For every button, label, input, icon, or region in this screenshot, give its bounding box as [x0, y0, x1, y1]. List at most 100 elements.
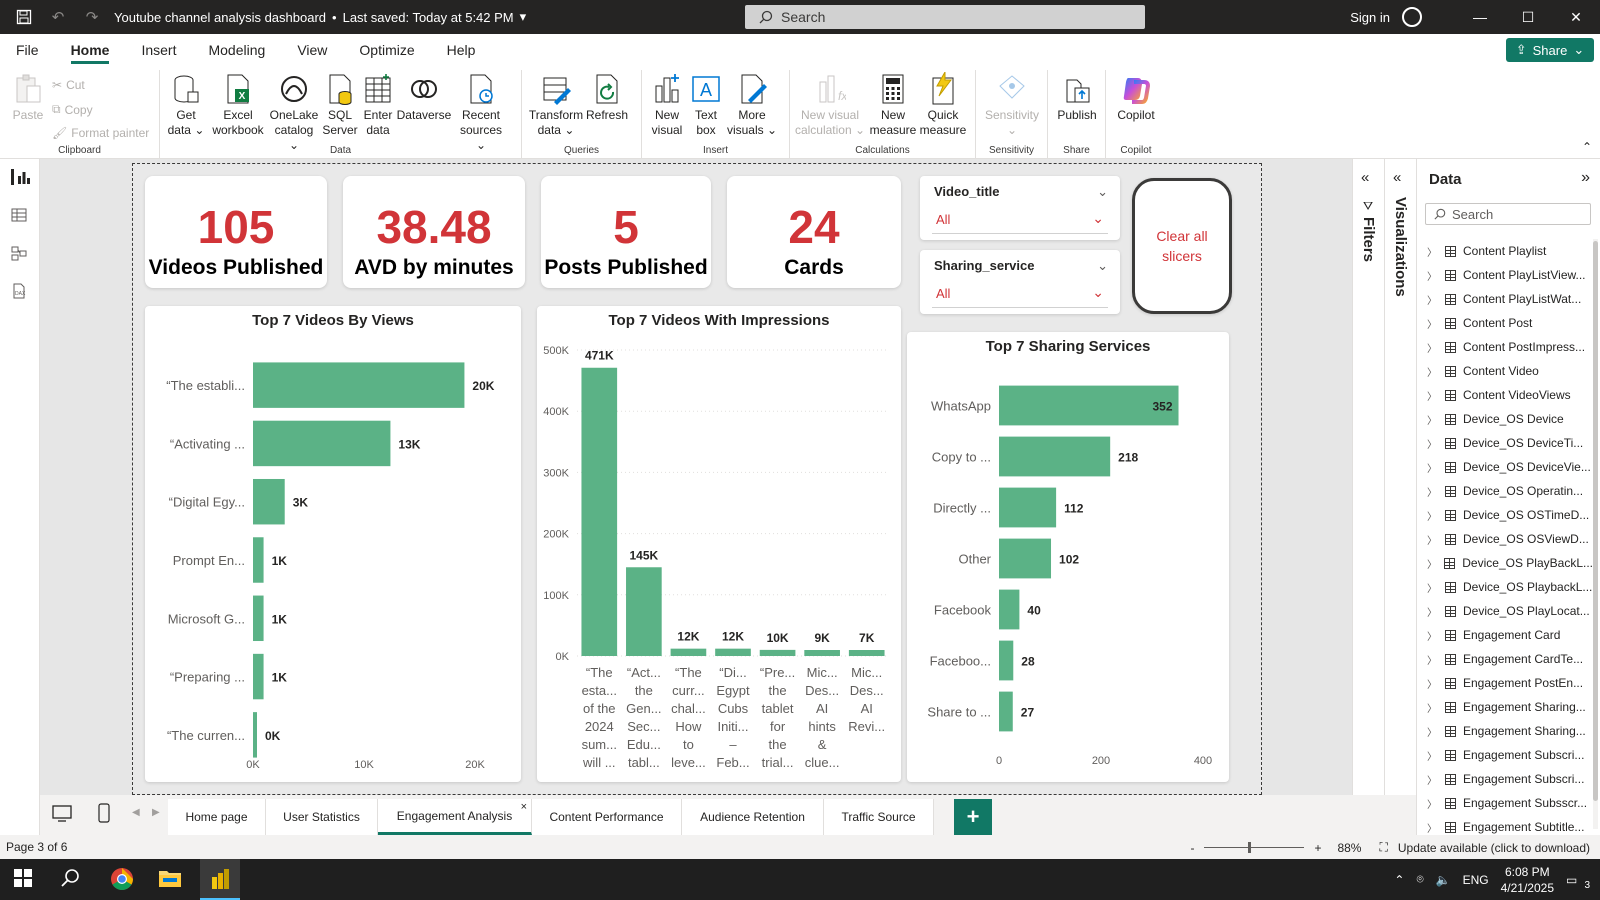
chart-top-videos-impressions[interactable]: Top 7 Videos With Impressions 0K 100K 200K…: [537, 306, 901, 782]
more-visuals-button[interactable]: More visuals ⌄: [726, 72, 778, 138]
field-table-item[interactable]: 〉 Engagement Subscri...: [1417, 743, 1593, 767]
field-table-item[interactable]: 〉 Content Video: [1417, 359, 1593, 383]
chevron-right-icon[interactable]: 〉: [1427, 340, 1441, 355]
tab-content-performance[interactable]: Content Performance: [532, 799, 682, 835]
notifications-icon[interactable]: ▭ 3: [1566, 873, 1590, 891]
field-table-item[interactable]: 〉 Content PlayListWat...: [1417, 287, 1593, 311]
file-explorer-icon[interactable]: [158, 867, 184, 893]
field-table-item[interactable]: 〉 Engagement Subtitle...: [1417, 815, 1593, 835]
desktop-layout-icon[interactable]: [52, 805, 72, 826]
chart-top-videos-by-views[interactable]: Top 7 Videos By Views “The establi... 20K…: [145, 306, 521, 782]
chevron-right-icon[interactable]: 〉: [1427, 652, 1441, 667]
expand-visualizations-icon[interactable]: «: [1393, 169, 1401, 186]
sign-in-link[interactable]: Sign in: [1350, 10, 1390, 25]
menu-file[interactable]: File: [0, 34, 55, 66]
zoom-in-icon[interactable]: +: [1314, 841, 1321, 855]
power-bi-taskbar-icon[interactable]: [200, 859, 240, 900]
field-table-item[interactable]: 〉 Device_OS OSTimeD...: [1417, 503, 1593, 527]
visualizations-pane[interactable]: « Visualizations: [1384, 159, 1416, 795]
bar[interactable]: [999, 640, 1014, 681]
chevron-right-icon[interactable]: 〉: [1427, 556, 1440, 571]
bar[interactable]: [999, 589, 1020, 630]
bar[interactable]: [999, 538, 1052, 579]
kpi-card-videos-published[interactable]: 105 Videos Published: [145, 176, 327, 288]
chevron-right-icon[interactable]: 〉: [1427, 460, 1441, 475]
filters-pane[interactable]: « ⛛ Filters: [1352, 159, 1384, 795]
menu-modeling[interactable]: Modeling: [192, 34, 281, 66]
chevron-right-icon[interactable]: 〉: [1427, 292, 1441, 307]
menu-view[interactable]: View: [281, 34, 343, 66]
windows-start-icon[interactable]: [12, 867, 38, 893]
bar[interactable]: [999, 487, 1057, 528]
chevron-right-icon[interactable]: 〉: [1427, 628, 1441, 643]
field-table-item[interactable]: 〉 Engagement Sharing...: [1417, 695, 1593, 719]
field-table-item[interactable]: 〉 Engagement Subsscr...: [1417, 791, 1593, 815]
sql-server-button[interactable]: SQL Server: [322, 72, 358, 138]
chevron-down-icon[interactable]: ⌄: [1097, 258, 1108, 274]
refresh-button[interactable]: Refresh: [584, 72, 630, 123]
zoom-slider[interactable]: [1204, 842, 1305, 853]
field-table-item[interactable]: 〉 Device_OS DeviceVie...: [1417, 455, 1593, 479]
column[interactable]: [626, 567, 662, 656]
dax-query-icon[interactable]: DAX: [11, 283, 29, 299]
copy-button[interactable]: ⧉ Copy: [52, 102, 93, 117]
field-table-item[interactable]: 〉 Engagement CardTe...: [1417, 647, 1593, 671]
chevron-right-icon[interactable]: 〉: [1427, 748, 1441, 763]
field-table-item[interactable]: 〉 Engagement PostEn...: [1417, 671, 1593, 695]
menu-help[interactable]: Help: [431, 34, 492, 66]
bar[interactable]: [253, 653, 264, 700]
close-icon[interactable]: ✕: [1552, 9, 1600, 26]
onelake-catalog-button[interactable]: OneLake catalog ⌄: [268, 72, 320, 153]
field-table-item[interactable]: 〉 Content PostImpress...: [1417, 335, 1593, 359]
chevron-right-icon[interactable]: 〉: [1427, 676, 1441, 691]
field-table-item[interactable]: 〉 Engagement Subscri...: [1417, 767, 1593, 791]
slicer-video-title[interactable]: Video_title ⌄ All ⌄: [920, 176, 1120, 240]
chevron-right-icon[interactable]: 〉: [1427, 508, 1441, 523]
field-table-item[interactable]: 〉 Device_OS OSViewD...: [1417, 527, 1593, 551]
text-box-button[interactable]: A Text box: [688, 72, 724, 138]
zoom-slider-thumb[interactable]: [1248, 842, 1252, 853]
field-table-item[interactable]: 〉 Content VideoViews: [1417, 383, 1593, 407]
quick-measure-button[interactable]: Quick measure: [918, 70, 968, 138]
global-search[interactable]: Search: [745, 5, 1145, 29]
chart-top-sharing-services[interactable]: Top 7 Sharing Services WhatsApp 352 Copy t…: [907, 332, 1229, 782]
new-measure-button[interactable]: New measure: [868, 72, 918, 138]
clock[interactable]: 6:08 PM 4/21/2025: [1501, 864, 1554, 896]
update-notice[interactable]: Update available (click to download): [1398, 841, 1590, 855]
field-table-item[interactable]: 〉 Content Playlist: [1417, 239, 1593, 263]
field-table-item[interactable]: 〉 Device_OS PlaybackL...: [1417, 575, 1593, 599]
slicer-dropdown[interactable]: All ⌄: [932, 280, 1108, 308]
chevron-right-icon[interactable]: 〉: [1427, 700, 1441, 715]
chevron-right-icon[interactable]: 〉: [1427, 796, 1441, 811]
new-visual-calculation-button[interactable]: fx New visual calculation ⌄: [794, 72, 866, 138]
bar[interactable]: [999, 436, 1111, 477]
network-icon[interactable]: ⌾: [1416, 872, 1423, 887]
tab-engagement-analysis[interactable]: Engagement Analysis ×: [378, 799, 532, 835]
slicer-dropdown[interactable]: All ⌄: [932, 206, 1108, 234]
paste-button[interactable]: Paste: [10, 72, 46, 123]
recent-sources-button[interactable]: Recent sources ⌄: [454, 72, 508, 153]
format-painter-button[interactable]: 🖌 Format painter: [52, 126, 149, 140]
share-button[interactable]: ⇪ Share ⌄: [1506, 38, 1594, 62]
field-table-item[interactable]: 〉 Content Post: [1417, 311, 1593, 335]
field-table-item[interactable]: 〉 Device_OS PlayBackL...: [1417, 551, 1593, 575]
dataverse-button[interactable]: Dataverse: [396, 72, 452, 123]
copilot-button[interactable]: Copilot: [1110, 72, 1162, 123]
chevron-right-icon[interactable]: 〉: [1427, 772, 1441, 787]
tab-audience-retention[interactable]: Audience Retention: [682, 799, 824, 835]
publish-button[interactable]: Publish: [1052, 72, 1102, 123]
field-table-item[interactable]: 〉 Device_OS DeviceTi...: [1417, 431, 1593, 455]
column[interactable]: [715, 648, 751, 656]
undo-icon[interactable]: ↶: [48, 7, 68, 27]
chevron-right-icon[interactable]: 〉: [1427, 364, 1441, 379]
mobile-layout-icon[interactable]: [98, 803, 110, 826]
volume-icon[interactable]: 🔈: [1436, 873, 1451, 887]
add-page-button[interactable]: +: [954, 799, 992, 835]
field-table-item[interactable]: 〉 Device_OS Device: [1417, 407, 1593, 431]
bar[interactable]: [253, 478, 285, 525]
field-table-item[interactable]: 〉 Engagement Sharing...: [1417, 719, 1593, 743]
model-view-icon[interactable]: [11, 245, 29, 261]
report-view-icon[interactable]: [11, 169, 30, 185]
slicer-sharing-service[interactable]: Sharing_service ⌄ All ⌄: [920, 250, 1120, 314]
bar[interactable]: [253, 537, 264, 583]
